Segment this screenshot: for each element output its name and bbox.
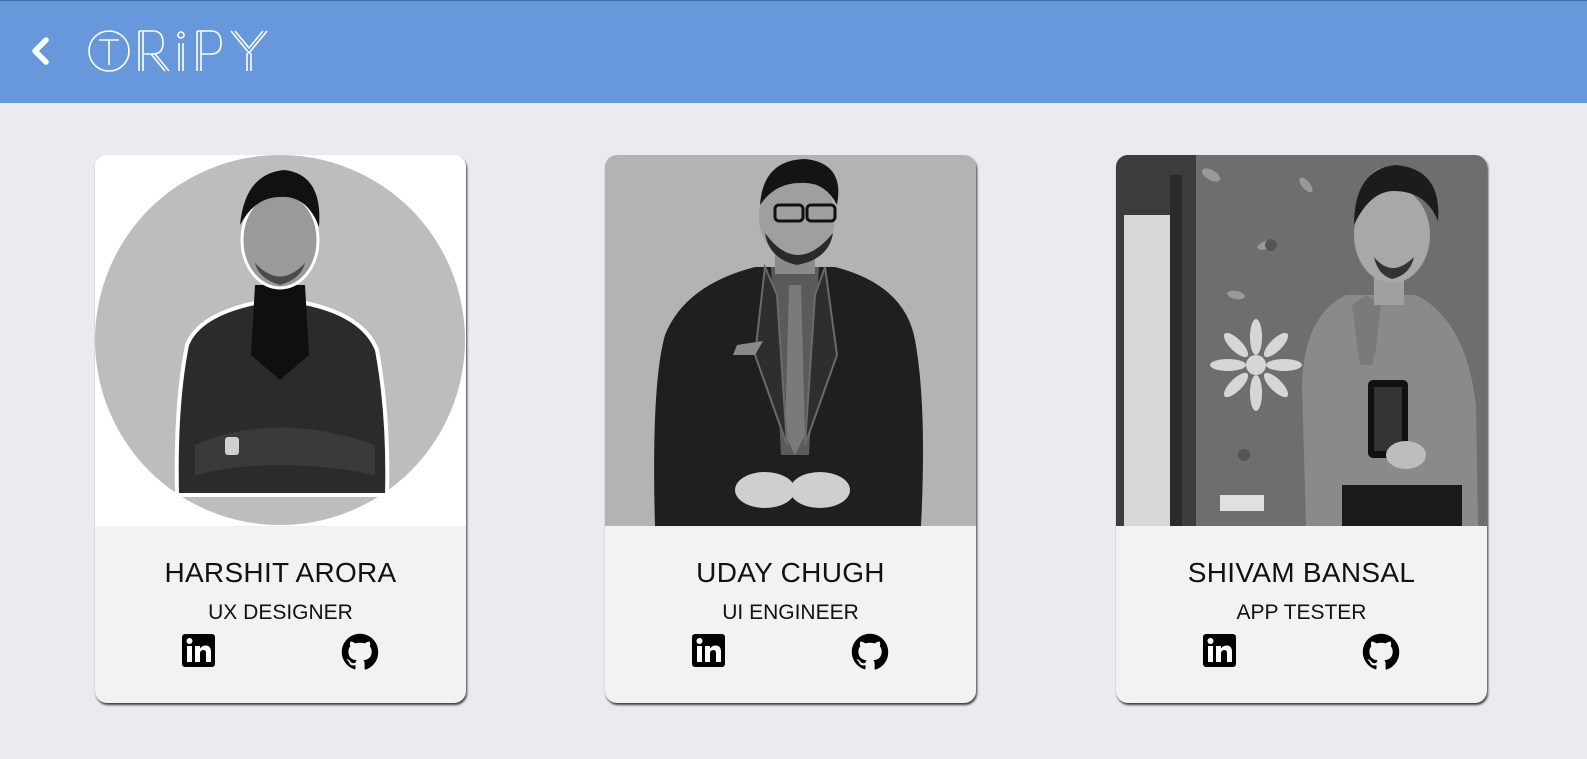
profile-photo [1116, 155, 1487, 526]
member-name: HARSHIT ARORA [164, 557, 397, 588]
app-header [0, 0, 1587, 103]
back-button[interactable] [24, 31, 60, 71]
linkedin-link[interactable] [1202, 633, 1238, 669]
github-link[interactable] [1362, 633, 1400, 670]
team-card-uday: UDAY CHUGH UI ENGINEER [605, 155, 976, 703]
member-role: UI ENGINEER [722, 601, 859, 624]
github-icon [1362, 633, 1400, 670]
linkedin-icon [1203, 634, 1236, 667]
github-link[interactable] [851, 633, 889, 670]
github-link[interactable] [341, 633, 379, 670]
profile-photo [95, 155, 466, 526]
team-card-harshit: HARSHIT ARORA UX DESIGNER [95, 155, 466, 703]
chevron-left-icon [32, 37, 49, 65]
member-name: UDAY CHUGH [696, 557, 885, 588]
tripy-logo[interactable] [87, 23, 277, 79]
linkedin-link[interactable] [181, 633, 217, 669]
member-role: APP TESTER [1236, 601, 1367, 624]
linkedin-icon [692, 634, 725, 667]
linkedin-icon [182, 634, 215, 667]
github-icon [341, 633, 379, 670]
team-card-shivam: SHIVAM BANSAL APP TESTER [1116, 155, 1487, 703]
github-icon [851, 633, 889, 670]
member-name: SHIVAM BANSAL [1187, 557, 1416, 588]
profile-photo [605, 155, 976, 526]
linkedin-link[interactable] [691, 633, 727, 669]
member-role: UX DESIGNER [208, 601, 353, 624]
